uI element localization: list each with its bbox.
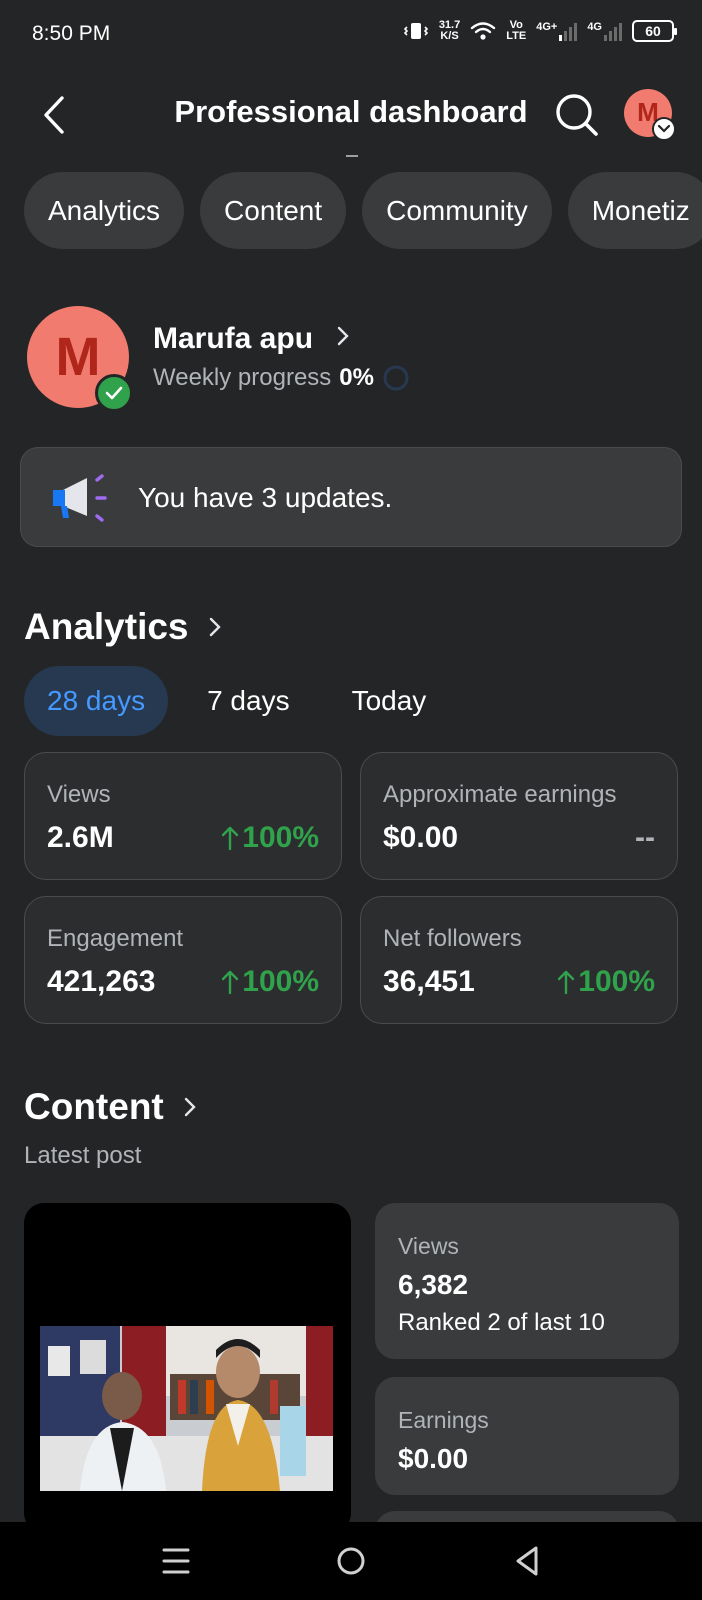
stat-change-value: -- <box>635 821 655 854</box>
stat-label: Net followers <box>383 925 522 952</box>
weekly-progress: Weekly progress 0% <box>153 364 410 392</box>
stat-change: 100% <box>220 821 319 855</box>
vibrate-icon <box>403 23 428 39</box>
battery-level: 60 <box>645 23 661 39</box>
stat-label: Views <box>47 781 111 808</box>
stat-card-views[interactable]: Views 2.6M 100% <box>24 752 342 880</box>
chevron-right-icon <box>209 617 221 637</box>
profile-summary[interactable]: M Marufa apu Weekly progress 0% <box>27 306 677 416</box>
stat-change: 100% <box>556 965 655 999</box>
profile-switcher-button[interactable]: M <box>624 89 676 141</box>
search-button[interactable] <box>552 90 602 140</box>
home-circle-icon <box>337 1547 365 1575</box>
speed-unit: K/S <box>440 30 459 42</box>
period-selector: 28 days 7 days Today <box>24 666 465 736</box>
stat-change: 100% <box>220 965 319 999</box>
stat-change-value: 100% <box>242 965 319 998</box>
volte-indicator: Vo LTE <box>506 20 526 42</box>
analytics-title: Analytics <box>24 606 189 647</box>
profile-name: Marufa apu <box>153 322 314 355</box>
updates-text: You have 3 updates. <box>138 482 393 513</box>
progress-label: Weekly progress <box>153 364 332 391</box>
latest-post-label: Latest post <box>24 1142 142 1169</box>
network-speed: 31.7 K/S <box>439 20 460 42</box>
dashboard-tabs: Analytics Content Community Monetiz <box>24 172 702 249</box>
latest-post-earnings-card[interactable]: Earnings $0.00 <box>375 1377 679 1495</box>
tab-content[interactable]: Content <box>200 172 347 249</box>
metric-rank: Ranked 2 of last 10 <box>398 1309 605 1336</box>
stat-change-value: 100% <box>578 965 655 998</box>
status-icons: 31.7 K/S Vo LTE 4G+ 4G 60 <box>403 20 677 42</box>
chevron-right-icon <box>337 326 349 346</box>
stat-change: -- <box>635 821 655 855</box>
updates-banner[interactable]: You have 3 updates. <box>20 447 682 547</box>
stat-value: 2.6M <box>47 821 114 854</box>
arrow-up-icon <box>222 970 239 995</box>
megaphone-icon <box>53 474 107 522</box>
chevron-down-icon <box>652 117 676 141</box>
tab-analytics[interactable]: Analytics <box>24 172 185 249</box>
signal-1-bars-icon <box>559 21 578 41</box>
progress-ring-icon <box>383 365 409 391</box>
progress-value: 0% <box>339 364 374 391</box>
stat-card-approximate-earnings[interactable]: Approximate earnings $0.00 -- <box>360 752 678 880</box>
stat-label: Engagement <box>47 925 184 952</box>
arrow-up-icon <box>222 826 239 851</box>
volte-bottom: LTE <box>506 30 527 42</box>
stat-card-engagement[interactable]: Engagement 421,263 100% <box>24 896 342 1024</box>
content-title: Content <box>24 1086 164 1127</box>
period-today[interactable]: Today <box>329 666 450 736</box>
stat-value: 421,263 <box>47 965 156 998</box>
stat-label: Approximate earnings <box>383 781 617 808</box>
header-divider <box>346 155 358 157</box>
verified-check-icon <box>95 374 133 412</box>
battery-icon: 60 <box>632 20 677 42</box>
metric-value: $0.00 <box>398 1443 469 1474</box>
system-navigation-bar <box>0 1522 702 1600</box>
stat-card-net-followers[interactable]: Net followers 36,451 100% <box>360 896 678 1024</box>
arrow-up-icon <box>558 970 575 995</box>
chevron-right-icon <box>184 1097 196 1117</box>
signal-2-label: 4G <box>587 21 602 33</box>
recents-button[interactable] <box>151 1536 201 1586</box>
menu-icon <box>162 1548 190 1574</box>
stat-value: $0.00 <box>383 821 459 854</box>
stat-change-value: 100% <box>242 821 319 854</box>
system-back-button[interactable] <box>502 1536 552 1586</box>
video-frame <box>40 1326 333 1491</box>
stat-value: 36,451 <box>383 965 475 998</box>
status-bar: 8:50 PM 31.7 K/S Vo LTE 4G+ 4G 60 <box>0 0 702 70</box>
signal-1: 4G+ <box>536 21 578 41</box>
app-header: Professional dashboard M <box>0 80 702 157</box>
latest-post-thumbnail[interactable] <box>24 1203 351 1533</box>
content-section-header[interactable]: Content <box>24 1086 198 1128</box>
period-28-days[interactable]: 28 days <box>24 666 169 736</box>
back-triangle-icon <box>516 1546 538 1576</box>
status-time: 8:50 PM <box>32 22 111 45</box>
signal-2: 4G <box>587 21 622 41</box>
metric-label: Views <box>398 1233 459 1259</box>
signal-1-label: 4G+ <box>536 21 558 33</box>
tab-community[interactable]: Community <box>362 172 552 249</box>
signal-2-bars-icon <box>604 21 622 41</box>
metric-value: 6,382 <box>398 1269 469 1300</box>
period-7-days[interactable]: 7 days <box>184 666 313 736</box>
search-icon <box>556 94 598 136</box>
latest-post-views-card[interactable]: Views 6,382 Ranked 2 of last 10 <box>375 1203 679 1359</box>
tab-monetization[interactable]: Monetiz <box>567 172 702 249</box>
metric-label: Earnings <box>398 1407 489 1433</box>
analytics-section-header[interactable]: Analytics <box>24 606 223 648</box>
wifi-icon <box>471 22 496 40</box>
home-button[interactable] <box>326 1536 376 1586</box>
